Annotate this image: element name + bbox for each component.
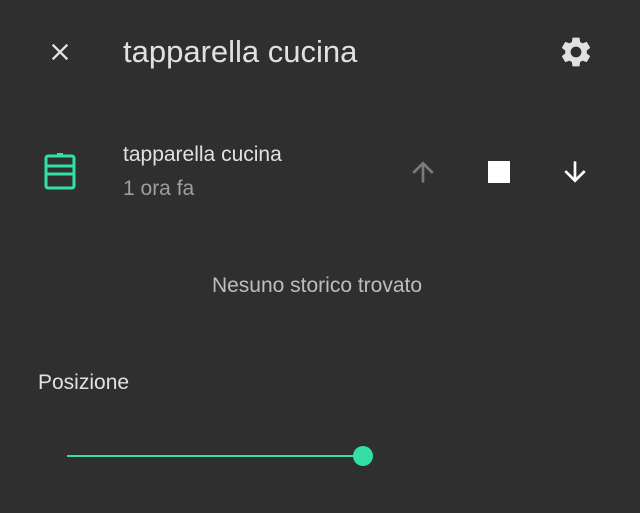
slider-fill [67, 455, 363, 457]
stop-icon [488, 161, 510, 183]
arrow-up-icon [412, 161, 434, 183]
position-label: Posizione [38, 371, 130, 394]
dialog-title: tapparella cucina [123, 34, 358, 69]
close-icon [51, 43, 69, 61]
settings-button[interactable] [552, 28, 600, 76]
open-cover-button[interactable] [399, 148, 447, 196]
slider-knob[interactable] [353, 446, 373, 466]
arrow-down-icon [564, 161, 586, 183]
position-slider[interactable] [67, 436, 373, 476]
history-empty-message: Nesuno storico trovato [211, 274, 423, 297]
stop-cover-button[interactable] [475, 148, 523, 196]
gear-icon [561, 37, 591, 67]
close-button[interactable] [36, 28, 84, 76]
close-cover-button[interactable] [551, 148, 599, 196]
more-info-dialog: tapparella cucina tapparella cucina 1 or… [0, 0, 640, 513]
entity-row: tapparella cucina 1 ora fa [0, 130, 640, 214]
window-shutter-icon [44, 153, 76, 190]
dialog-header: tapparella cucina [0, 0, 640, 104]
entity-last-changed: 1 ora fa [123, 177, 195, 200]
entity-name[interactable]: tapparella cucina [123, 141, 282, 169]
entity-icon-container [40, 152, 80, 192]
